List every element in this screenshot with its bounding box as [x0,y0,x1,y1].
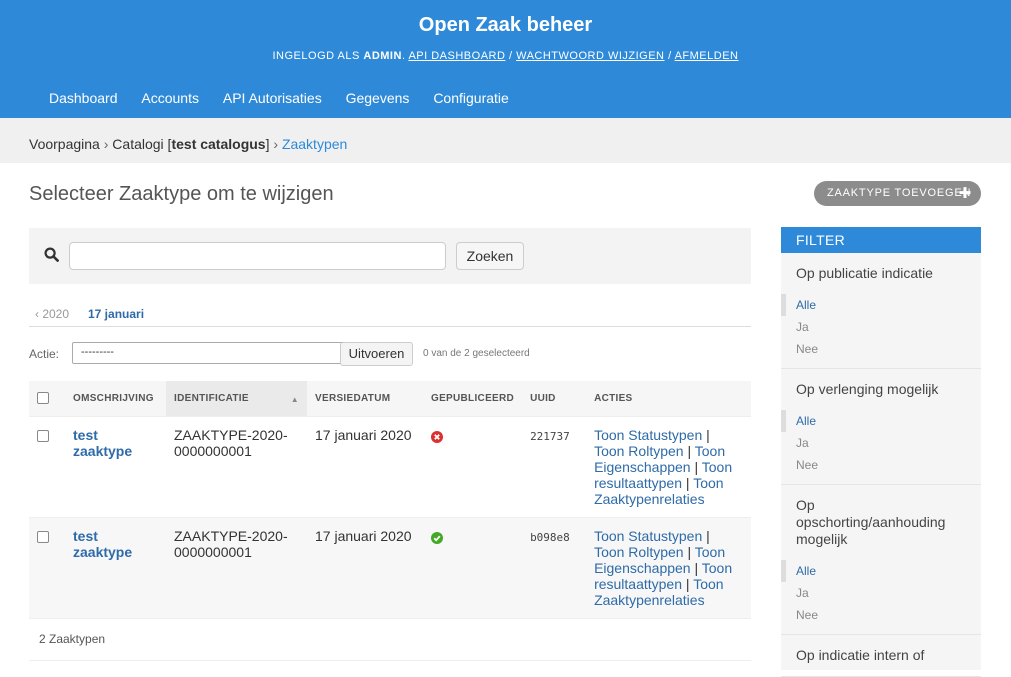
column-header-omschrijving[interactable]: OMSCHRIJVING [65,381,166,417]
search-button[interactable]: Zoeken [456,242,524,270]
row-checkbox[interactable] [37,429,49,442]
filter-group-indicatie-intern: Op indicatie intern of [781,635,981,677]
nav-dashboard[interactable]: Dashboard [49,90,118,106]
published-icon [431,531,443,547]
run-action-button[interactable]: Uitvoeren [340,342,413,366]
filter-option-nee[interactable]: Nee [781,338,981,360]
breadcrumb-current: Zaaktypen [281,136,348,152]
not-published-icon [431,430,443,446]
filter-option-ja[interactable]: Ja [781,582,981,604]
gepubliceerd-cell [423,416,523,518]
versiedatum-cell: 17 januari 2020 [307,517,423,619]
filter-title: FILTER [781,227,981,253]
column-header-versiedatum[interactable]: VERSIEDATUM [307,381,423,417]
identificatie-cell: ZAAKTYPE-2020-0000000001 [166,416,307,518]
filter-group-title: Op opschorting/aanhouding mogelijk [796,497,946,547]
username: ADMIN [363,50,402,62]
omschrijving-cell: test zaaktype [65,416,166,518]
filter-group-verlenging: Op verlenging mogelijk Alle Ja Nee [781,369,981,485]
breadcrumb-catalogi[interactable]: Catalogi [test catalogus] [112,136,269,152]
breadcrumb: Voorpagina › Catalogi [test catalogus] ›… [0,118,1011,163]
search-toolbar: Zoeken [29,228,751,284]
filter-group-title: Op publicatie indicatie [796,265,933,281]
select-all-checkbox[interactable] [37,392,49,405]
search-input[interactable] [69,242,446,270]
toon-roltypen-link[interactable]: Toon Roltypen [594,443,684,459]
omschrijving-cell: test zaaktype [65,517,166,619]
filter-panel: FILTER Op publicatie indicatie Alle Ja N… [781,227,981,677]
main-nav: Dashboard Accounts API Autorisaties Gege… [49,90,529,106]
toon-statustypen-link[interactable]: Toon Statustypen [594,427,702,443]
toon-roltypen-link[interactable]: Toon Roltypen [594,544,684,560]
nav-accounts[interactable]: Accounts [141,90,199,106]
user-tools: INGELOGD ALS ADMIN. API DASHBOARD / WACH… [272,50,739,62]
uuid-value: b098e8 [530,530,570,544]
sort-ascending-icon[interactable]: ▲ [291,395,299,404]
filter-group-title: Op verlenging mogelijk [796,381,939,397]
column-header-uuid[interactable]: UUID [522,381,587,417]
filter-option-alle[interactable]: Alle [781,410,981,432]
action-select[interactable]: --------- ▼ [72,342,359,364]
paginator: 2 Zaaktypen [29,617,751,661]
uuid-cell: b098e8 [522,517,587,619]
row-select-cell [29,416,65,518]
filter-group-publicatie: Op publicatie indicatie Alle Ja Nee [781,253,981,369]
plus-icon: ✚ [958,185,972,202]
date-current[interactable]: 17 januari [88,307,144,321]
header: Open Zaak beheer INGELOGD ALS ADMIN. API… [0,0,1011,118]
action-label: Actie: [29,347,60,361]
uuid-value: 221737 [530,429,570,443]
table-header-row: OMSCHRIJVING IDENTIFICATIE ▲ VERSIEDATUM … [29,381,751,417]
filter-option-alle[interactable]: Alle [781,294,981,316]
filter-option-ja[interactable]: Ja [781,316,981,338]
identificatie-cell: ZAAKTYPE-2020-0000000001 [166,517,307,619]
column-header-acties: ACTIES [586,381,751,417]
filter-option-nee[interactable]: Nee [781,604,981,626]
logged-in-label: INGELOGD ALS [272,50,360,62]
filter-group-opschorting: Op opschorting/aanhouding mogelijk Alle … [781,485,981,635]
column-header-identificatie[interactable]: IDENTIFICATIE ▲ [166,381,307,417]
logout-link[interactable]: AFMELDEN [675,50,739,62]
api-dashboard-link[interactable]: API DASHBOARD [408,50,505,62]
page-title: Selecteer Zaaktype om te wijzigen [29,183,334,205]
uuid-cell: 221737 [522,416,587,518]
filter-option-alle[interactable]: Alle [781,560,981,582]
actions-bar: Actie: --------- ▼ Uitvoeren 0 van de 2 … [29,342,751,367]
filter-option-ja[interactable]: Ja [781,432,981,454]
results-table: OMSCHRIJVING IDENTIFICATIE ▲ VERSIEDATUM … [29,381,751,619]
breadcrumb-catalogus: test catalogus [171,136,266,152]
zaaktype-link[interactable]: test zaaktype [73,528,132,560]
nav-configuratie[interactable]: Configuratie [433,90,509,106]
acties-cell: Toon Statustypen | Toon Roltypen | Toon … [586,517,751,619]
column-header-gepubliceerd[interactable]: GEPUBLICEERD [423,381,523,417]
versiedatum-cell: 17 januari 2020 [307,416,423,518]
filter-option-nee[interactable]: Nee [781,454,981,476]
nav-gegevens[interactable]: Gegevens [346,90,410,106]
change-password-link[interactable]: WACHTWOORD WIJZIGEN [516,50,664,62]
toon-statustypen-link[interactable]: Toon Statustypen [594,528,702,544]
date-hierarchy: ‹ 2020 17 januari [29,300,751,327]
zaaktype-link[interactable]: test zaaktype [73,427,132,459]
row-select-cell [29,517,65,619]
search-icon [44,247,59,267]
breadcrumb-home[interactable]: Voorpagina [29,136,100,152]
table-row: test zaaktype ZAAKTYPE-2020-0000000001 1… [29,416,751,518]
date-back-link[interactable]: ‹ 2020 [35,307,69,321]
add-zaaktype-button[interactable]: ZAAKTYPE TOEVOEGEN ✚ [814,181,981,206]
selection-counter: 0 van de 2 geselecteerd [423,348,530,359]
add-zaaktype-label: ZAAKTYPE TOEVOEGEN [827,187,972,199]
row-checkbox[interactable] [37,530,49,543]
acties-cell: Toon Statustypen | Toon Roltypen | Toon … [586,416,751,518]
select-all-header [29,381,65,417]
action-select-value: --------- [81,346,114,358]
gepubliceerd-cell [423,517,523,619]
nav-api-autorisaties[interactable]: API Autorisaties [223,90,322,106]
site-title: Open Zaak beheer [418,14,593,36]
table-row: test zaaktype ZAAKTYPE-2020-0000000001 1… [29,517,751,619]
